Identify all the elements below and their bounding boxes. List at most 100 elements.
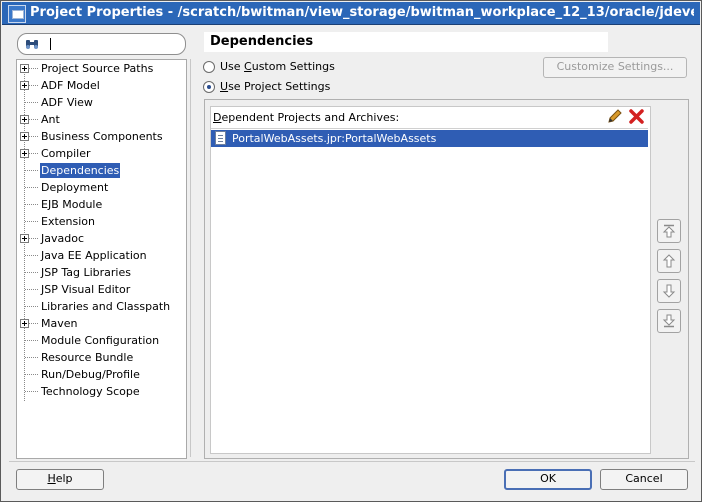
dependencies-list[interactable] xyxy=(210,106,651,454)
tree-item-label: Compiler xyxy=(41,147,91,160)
category-tree[interactable]: Project Source Paths ADF Model ADF View Ant… xyxy=(16,59,187,459)
help-button[interactable]: Help xyxy=(16,469,104,490)
tree-item-java-ee-application[interactable]: Java EE Application xyxy=(17,247,186,264)
tree-connector xyxy=(25,102,38,103)
list-header-divider xyxy=(211,128,648,129)
tree-item-run-debug-profile[interactable]: Run/Debug/Profile xyxy=(17,366,186,383)
tree-item-deployment[interactable]: Deployment xyxy=(17,179,186,196)
tree-item-label: Extension xyxy=(41,215,96,228)
tree-item-label: Deployment xyxy=(41,181,109,194)
move-up-button[interactable] xyxy=(657,249,681,273)
dependency-list-item[interactable]: PortalWebAssets.jpr:PortalWebAssets xyxy=(211,130,648,147)
tree-connector xyxy=(29,323,38,324)
arrow-down-icon xyxy=(662,284,676,298)
tree-item-label: Javadoc xyxy=(41,232,84,245)
splitter[interactable] xyxy=(190,59,191,457)
tree-connector xyxy=(25,340,38,341)
move-to-top-button[interactable] xyxy=(657,219,681,243)
tree-connector xyxy=(25,221,38,222)
use-custom-settings-radio[interactable] xyxy=(203,61,215,73)
tree-item-label: ADF Model xyxy=(41,79,100,92)
customize-settings-button[interactable]: Customize Settings... xyxy=(543,57,687,78)
use-project-settings-label[interactable]: Use Project Settings xyxy=(220,80,330,94)
tree-item-jsp-visual-editor[interactable]: JSP Visual Editor xyxy=(17,281,186,298)
expand-icon[interactable] xyxy=(20,234,29,243)
help-button-label: Help xyxy=(47,472,73,485)
window-icon xyxy=(8,5,26,23)
footer-divider xyxy=(9,461,695,462)
tree-item-label: Resource Bundle xyxy=(41,351,134,364)
tree-item-extension[interactable]: Extension xyxy=(17,213,186,230)
tree-item-compiler[interactable]: Compiler xyxy=(17,145,186,162)
ok-button-label: OK xyxy=(540,472,556,485)
tree-item-label: Libraries and Classpath xyxy=(41,300,171,313)
tree-connector xyxy=(25,289,38,290)
tree-connector xyxy=(25,272,38,273)
tree-item-libraries-and-classpath[interactable]: Libraries and Classpath xyxy=(17,298,186,315)
tree-item-business-components[interactable]: Business Components xyxy=(17,128,186,145)
tree-connector xyxy=(25,357,38,358)
tree-item-label: JSP Visual Editor xyxy=(41,283,131,296)
tree-item-ejb-module[interactable]: EJB Module xyxy=(17,196,186,213)
tree-connector xyxy=(29,238,38,239)
tree-connector xyxy=(29,119,38,120)
tree-item-adf-view[interactable]: ADF View xyxy=(17,94,186,111)
tree-connector xyxy=(29,153,38,154)
delete-x-icon[interactable] xyxy=(628,108,645,125)
tree-item-label: EJB Module xyxy=(41,198,103,211)
move-top-icon xyxy=(662,224,676,238)
expand-icon[interactable] xyxy=(20,81,29,90)
search-field[interactable] xyxy=(17,33,186,55)
expand-icon[interactable] xyxy=(20,132,29,141)
tree-item-label: ADF View xyxy=(41,96,93,109)
tree-connector xyxy=(29,136,38,137)
move-bottom-icon xyxy=(662,314,676,328)
tree-item-dependencies[interactable]: Dependencies xyxy=(17,162,186,179)
tree-item-label: Technology Scope xyxy=(41,385,140,398)
tree-connector xyxy=(25,391,38,392)
project-file-icon xyxy=(215,131,226,145)
tree-connector xyxy=(25,306,38,307)
tree-item-label: Run/Debug/Profile xyxy=(41,368,140,381)
tree-connector xyxy=(25,170,38,171)
tree-connector xyxy=(25,374,38,375)
move-down-button[interactable] xyxy=(657,279,681,303)
tree-connector xyxy=(29,68,38,69)
tree-item-jsp-tag-libraries[interactable]: JSP Tag Libraries xyxy=(17,264,186,281)
binoculars-icon xyxy=(26,40,38,49)
use-custom-settings-label[interactable]: Use Custom Settings xyxy=(220,60,335,74)
cancel-button-label: Cancel xyxy=(625,472,663,485)
tree-item-module-configuration[interactable]: Module Configuration xyxy=(17,332,186,349)
tree-connector xyxy=(25,255,38,256)
tree-item-resource-bundle[interactable]: Resource Bundle xyxy=(17,349,186,366)
search-input[interactable] xyxy=(54,36,174,50)
move-to-bottom-button[interactable] xyxy=(657,309,681,333)
tree-item-project-source-paths[interactable]: Project Source Paths xyxy=(17,60,186,77)
expand-icon[interactable] xyxy=(20,64,29,73)
project-properties-dialog: Project Properties - /scratch/bwitman/vi… xyxy=(0,0,702,502)
title-bar[interactable]: Project Properties - /scratch/bwitman/vi… xyxy=(2,2,700,25)
tree-connector xyxy=(25,204,38,205)
edit-pencil-icon[interactable] xyxy=(606,108,623,125)
ok-button[interactable]: OK xyxy=(504,469,592,490)
tree-item-label: Ant xyxy=(41,113,60,126)
page-title: Dependencies xyxy=(204,32,608,52)
tree-connector xyxy=(25,187,38,188)
tree-item-javadoc[interactable]: Javadoc xyxy=(17,230,186,247)
tree-item-maven[interactable]: Maven xyxy=(17,315,186,332)
tree-item-label: Dependencies xyxy=(40,163,121,178)
tree-item-label: Business Components xyxy=(41,130,163,143)
tree-item-label: JSP Tag Libraries xyxy=(41,266,131,279)
text-caret xyxy=(50,38,51,50)
tree-item-label: Maven xyxy=(41,317,78,330)
tree-item-label: Java EE Application xyxy=(41,249,147,262)
cancel-button[interactable]: Cancel xyxy=(600,469,688,490)
use-project-settings-radio[interactable] xyxy=(203,81,215,93)
expand-icon[interactable] xyxy=(20,149,29,158)
tree-item-adf-model[interactable]: ADF Model xyxy=(17,77,186,94)
tree-item-ant[interactable]: Ant xyxy=(17,111,186,128)
expand-icon[interactable] xyxy=(20,115,29,124)
expand-icon[interactable] xyxy=(20,319,29,328)
tree-item-technology-scope[interactable]: Technology Scope xyxy=(17,383,186,400)
tree-item-label: Module Configuration xyxy=(41,334,160,347)
